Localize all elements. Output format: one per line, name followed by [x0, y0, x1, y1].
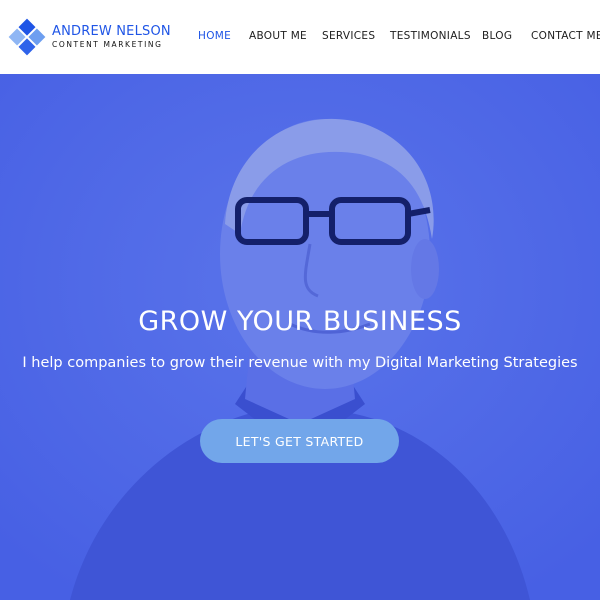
get-started-button[interactable]: LET'S GET STARTED — [200, 419, 399, 463]
nav-contact-me[interactable]: CONTACT ME — [531, 30, 600, 42]
nav-blog[interactable]: BLOG — [482, 30, 512, 42]
nav-testimonials[interactable]: TESTIMONIALS — [390, 30, 471, 42]
hero-subtitle: I help companies to grow their revenue w… — [22, 355, 578, 371]
hero-portrait-image — [0, 74, 600, 600]
hero-section: GROW YOUR BUSINESS I help companies to g… — [0, 74, 600, 600]
nav-about-me[interactable]: ABOUT ME — [249, 30, 307, 42]
page: ANDREW NELSON CONTENT MARKETING HOME ABO… — [0, 0, 600, 600]
nav-services[interactable]: SERVICES — [322, 30, 375, 42]
site-header: ANDREW NELSON CONTENT MARKETING HOME ABO… — [0, 0, 600, 74]
hero-title: GROW YOUR BUSINESS — [138, 306, 462, 337]
main-nav: HOME ABOUT ME SERVICES TESTIMONIALS BLOG… — [0, 30, 600, 46]
nav-home[interactable]: HOME — [198, 30, 231, 42]
